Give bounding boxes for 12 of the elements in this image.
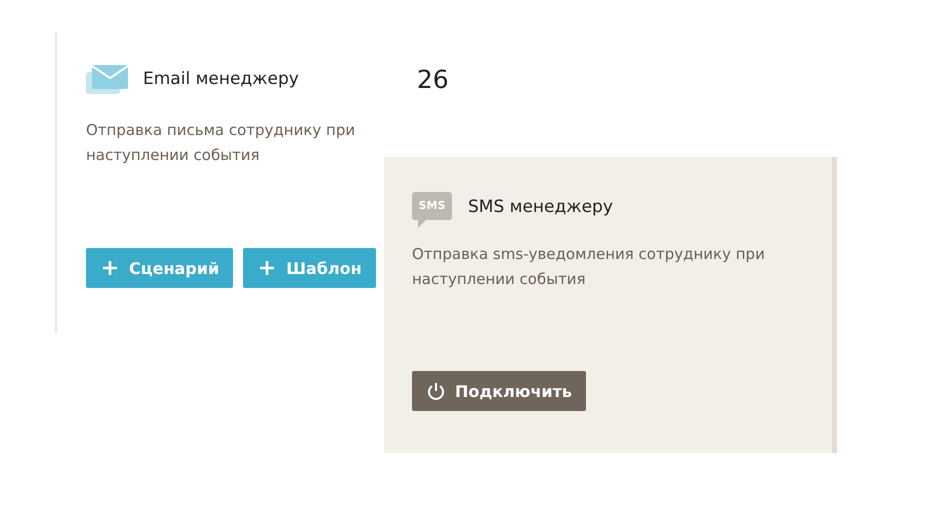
add-button[interactable]: Шаблон [243, 248, 376, 288]
card-title: SMS менеджеру [468, 197, 613, 217]
plus-icon [259, 260, 276, 276]
card-description: Отправка sms-уведомления сотруднику при наступлении события [412, 244, 766, 290]
connect-button[interactable]: Подключить [412, 371, 586, 411]
card-description: Отправка письма сотруднику при наступлении события [86, 120, 356, 166]
card-title: Email менеджеру [143, 69, 299, 89]
plus-icon [102, 260, 118, 276]
count-value: 26 [416, 64, 449, 94]
power-icon [426, 381, 446, 401]
envelope-icon [86, 64, 128, 94]
add-button[interactable]: Сценарий [86, 248, 234, 288]
